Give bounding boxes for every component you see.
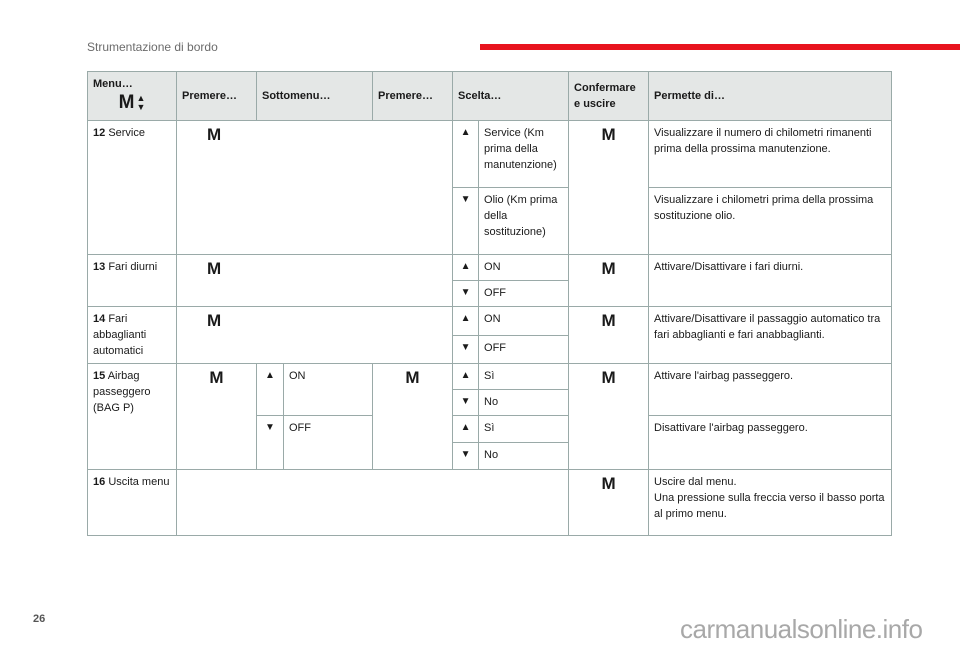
menu-table: Menu… M ▲ ▼ Premere… Sottomenu… Premere… S… [87, 71, 893, 536]
empty-cell [175, 469, 570, 536]
menu-item-fari-diurni: 13 Fari diurni [87, 254, 177, 307]
page-number: 26 [33, 613, 46, 625]
col-sottomenu: Sottomenu… [255, 71, 374, 121]
m-button-icon: M [568, 363, 650, 470]
col-confermare: Confermare e uscire [568, 71, 650, 121]
choice: ON [478, 254, 570, 281]
choice: Sì [478, 415, 570, 443]
table-row: 16 Uscita menu M Uscire dal menu. Una pre… [87, 469, 893, 536]
col-premere: Premere… [176, 71, 257, 121]
menu-item-fari-abbaglianti: 14 Fari abbaglianti automatici [87, 306, 177, 364]
m-button-icon: M [175, 254, 454, 307]
col-scelta: Scelta… [452, 71, 570, 121]
watermark: carmanualsonline.info [680, 614, 923, 644]
description: Attivare/Disattivare il passaggio automa… [648, 306, 893, 364]
col-premere-2: Premere… [372, 71, 454, 121]
description: Uscire dal menu. Una pressione sulla frec… [648, 469, 893, 536]
choice: Sì [478, 363, 570, 390]
submenu-option: ON [282, 363, 374, 416]
down-arrow-icon: ▼ [452, 334, 480, 364]
up-arrow-icon: ▲ [452, 415, 480, 443]
col-menu: Menu… M ▲ ▼ [87, 71, 177, 121]
submenu-option: OFF [282, 415, 374, 470]
down-arrow-icon: ▼ [452, 187, 480, 255]
m-button-icon: M [568, 254, 650, 307]
up-arrow-icon: ▲ [256, 363, 284, 416]
m-button-icon: M [568, 306, 650, 364]
m-button-icon: M [175, 120, 454, 255]
table-row: 12 Service M ▲ Service (Km prima della m… [87, 120, 893, 255]
menu-item-uscita: 16 Uscita menu [87, 469, 177, 536]
m-button-icon: M [175, 306, 454, 364]
down-arrow-icon: ▼ [452, 389, 480, 416]
m-arrows-icon: M ▲ ▼ [118, 92, 146, 113]
table-header: Menu… M ▲ ▼ Premere… Sottomenu… Premere… S… [87, 71, 893, 121]
choice: Olio (Km prima della sostituzione) [478, 187, 570, 255]
section-title: Strumentazione di bordo [87, 40, 218, 54]
choice: No [478, 442, 570, 470]
description: Attivare/Disattivare i fari diurni. [648, 254, 893, 307]
up-arrow-icon: ▲ [452, 120, 480, 188]
description: Attivare l'airbag passeggero. [648, 363, 893, 416]
up-arrow-icon: ▲ [452, 306, 480, 336]
description: Visualizzare il numero di chilometri rim… [648, 120, 893, 188]
choice: OFF [478, 334, 570, 364]
choice: OFF [478, 280, 570, 307]
menu-item-airbag: 15 Airbag passeggero (BAG P) [87, 363, 177, 470]
description: Disattivare l'airbag passeggero. [648, 415, 893, 470]
down-arrow-icon: ▼ [452, 280, 480, 307]
accent-bar [480, 44, 960, 50]
description: Visualizzare i chilometri prima della pr… [648, 187, 893, 255]
menu-item-service: 12 Service [87, 120, 177, 255]
up-arrow-icon: ▲ [452, 363, 480, 390]
choice: Service (Km prima della manutenzione) [478, 120, 570, 188]
col-permette: Permette di… [648, 71, 893, 121]
m-button-icon: M [372, 363, 454, 470]
up-arrow-icon: ▲ [452, 254, 480, 281]
down-arrow-icon: ▼ [256, 415, 284, 470]
m-button-icon: M [176, 363, 257, 470]
table-row: 13 Fari diurni M ▲ ON M Attivare/Disatti… [87, 254, 893, 307]
choice: ON [478, 306, 570, 336]
down-arrow-icon: ▼ [452, 442, 480, 470]
table-row: 15 Airbag passeggero (BAG P) M ▲ ON M ▲ … [87, 363, 893, 470]
table-row: 14 Fari abbaglianti automatici M ▲ ON M … [87, 306, 893, 364]
choice: No [478, 389, 570, 416]
m-button-icon: M [568, 469, 650, 536]
m-button-icon: M [568, 120, 650, 255]
